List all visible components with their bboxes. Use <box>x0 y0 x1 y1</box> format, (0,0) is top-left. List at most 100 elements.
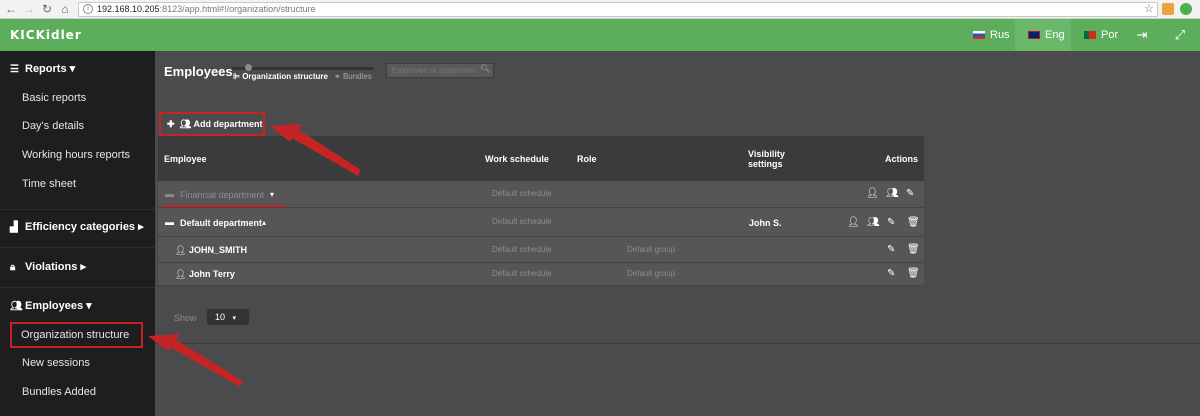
link-icon: ⚭ <box>334 72 343 81</box>
sidebar-section-label: Reports <box>25 63 67 75</box>
reload-icon[interactable]: ↻ <box>40 2 54 16</box>
sidebar-item-working-hours-reports[interactable]: Working hours reports <box>0 142 155 168</box>
view-toggle-track[interactable] <box>232 67 374 70</box>
edit-icon[interactable]: ✎ <box>887 244 895 255</box>
sidebar-item-time-sheet[interactable]: Time sheet <box>0 171 155 197</box>
sidebar-item-bundles-added[interactable]: Bundles Added <box>0 379 155 405</box>
flag-pt-icon <box>1084 31 1096 39</box>
sidebar-item-basic-reports[interactable]: Basic reports <box>0 85 155 111</box>
schedule-cell: Default schedule <box>492 245 552 254</box>
group-cell: Default group <box>627 269 676 278</box>
url-path: :8123/app.html#!/organization/structure <box>159 4 316 14</box>
edit-icon[interactable]: ✎ <box>887 268 895 279</box>
tab-organization-structure[interactable]: ⊫ Organization structure <box>233 72 328 81</box>
forward-icon[interactable]: → <box>22 2 36 16</box>
sidebar-section-label: Employees <box>25 300 84 312</box>
edit-icon[interactable]: ✎ <box>887 217 895 228</box>
trash-icon[interactable]: 🗑︎ <box>907 244 920 255</box>
sidebar-section-efficiency[interactable]: ▟ Efficiency categories ▸ <box>0 215 155 239</box>
extension-icon[interactable] <box>1180 3 1192 15</box>
flag-uk-icon <box>1028 31 1040 39</box>
tab-label: Bundles <box>342 72 372 81</box>
add-user-icon[interactable]: 👤︎ <box>847 217 860 228</box>
org-structure-icon: ⊫ <box>233 72 243 81</box>
trash-icon[interactable]: 🗑︎ <box>907 268 920 279</box>
employee-name[interactable]: JOHN_SMITH <box>189 245 247 255</box>
app-logo[interactable]: KICKidler <box>10 28 82 42</box>
lock-icon: 🔒︎ <box>10 262 16 273</box>
divider <box>0 287 155 288</box>
users-icon: 👥︎ <box>10 301 23 312</box>
lang-por[interactable]: Por <box>1071 19 1125 51</box>
tab-bundles[interactable]: ⚭ Bundles <box>334 72 372 81</box>
sidebar-section-violations[interactable]: 🔒︎ Violations ▸ <box>0 255 155 279</box>
caret-down-icon: ▾ <box>232 315 237 322</box>
add-department-button[interactable]: ✚ 👥︎ Add department <box>159 112 265 136</box>
folder-icon: ▬ <box>165 189 174 199</box>
main-content: Employees ⊫ Organization structure ⚭ Bun… <box>155 51 1200 416</box>
logout-icon[interactable]: ⇥ <box>1125 19 1159 51</box>
users-icon[interactable]: 👥︎ <box>886 188 899 199</box>
chart-icon: ▟ <box>10 222 18 233</box>
department-name[interactable]: Financial department <box>180 190 264 200</box>
sidebar-item-days-details[interactable]: Day's details <box>0 113 155 139</box>
sidebar-section-label: Violations <box>25 261 78 273</box>
lang-eng[interactable]: Eng <box>1015 19 1071 51</box>
bookmark-star-icon[interactable]: ☆ <box>1144 2 1154 15</box>
red-underline <box>162 205 286 207</box>
show-label: Show <box>174 313 197 323</box>
sidebar-item-new-sessions[interactable]: New sessions <box>0 350 155 376</box>
trash-icon[interactable]: 🗑︎ <box>907 217 920 228</box>
sidebar-item-organization-structure[interactable]: Organization structure <box>10 322 143 348</box>
column-header-visibility[interactable]: Visibility settings <box>748 149 793 169</box>
column-header-employee[interactable]: Employee <box>164 154 207 164</box>
lang-eng-label: Eng <box>1045 29 1065 41</box>
table-row[interactable]: ▬ Financial department ▾ Default schedul… <box>158 181 924 208</box>
edit-icon[interactable]: ✎ <box>906 188 914 199</box>
page-size-value: 10 <box>215 312 226 322</box>
plus-icon: ✚ <box>167 119 175 129</box>
back-icon[interactable]: ← <box>4 2 18 16</box>
column-header-role[interactable]: Role <box>577 154 597 164</box>
users-icon[interactable]: 👥︎ <box>867 217 880 228</box>
org-structure-table: Employee Work schedule Role Visibility s… <box>158 136 924 286</box>
add-user-icon[interactable]: 👤︎ <box>866 188 879 199</box>
page-title: Employees <box>164 64 233 79</box>
url-host: 192.168.10.205 <box>97 4 160 14</box>
extension-icon[interactable] <box>1162 3 1174 15</box>
caret-up-icon[interactable]: ▴ <box>262 218 266 227</box>
table-row[interactable]: ▬ Default department ▴ Default schedule … <box>158 208 924 237</box>
address-bar[interactable]: i 192.168.10.205:8123/app.html#!/organiz… <box>78 2 1158 17</box>
users-icon: 👥︎ <box>179 119 191 129</box>
table-row[interactable]: 👤︎ JOHN_SMITH Default schedule Default g… <box>158 237 924 263</box>
schedule-cell: Default schedule <box>492 217 552 226</box>
list-icon: ☰ <box>10 64 19 75</box>
caret-down-icon: ▾ <box>86 300 92 312</box>
caret-down-icon[interactable]: ▾ <box>270 190 274 199</box>
fullscreen-icon[interactable]: ⤢ <box>1163 19 1197 51</box>
folder-icon: ▬ <box>165 217 174 227</box>
column-header-actions: Actions <box>885 154 919 164</box>
info-icon[interactable]: i <box>83 4 93 14</box>
app-header: KICKidler Rus Eng Por ⇥ ⤢ <box>0 19 1200 51</box>
schedule-cell: Default schedule <box>492 189 552 198</box>
sidebar-section-label: Efficiency categories <box>25 221 136 233</box>
sidebar-section-reports[interactable]: ☰ Reports ▾ <box>0 57 155 81</box>
search-input[interactable] <box>386 63 494 78</box>
divider <box>0 247 155 248</box>
view-toggle-knob[interactable] <box>245 64 252 71</box>
page-size-select[interactable]: 10 ▾ <box>207 309 249 325</box>
divider <box>0 209 155 210</box>
department-name[interactable]: Default department <box>180 218 262 228</box>
caret-right-icon: ▸ <box>138 221 144 233</box>
user-icon: 👤︎ <box>175 245 187 255</box>
group-cell: Default group <box>627 245 676 254</box>
home-icon[interactable]: ⌂ <box>58 2 72 16</box>
table-row[interactable]: 👤︎ John Terry Default schedule Default g… <box>158 263 924 286</box>
column-header-work-schedule[interactable]: Work schedule <box>485 154 549 164</box>
employee-name[interactable]: John Terry <box>189 269 235 279</box>
flag-ru-icon <box>973 31 985 39</box>
sidebar-section-employees[interactable]: 👥︎ Employees ▾ <box>0 294 155 318</box>
lang-rus[interactable]: Rus <box>960 19 1012 51</box>
search-icon[interactable]: 🔍︎ <box>480 64 490 73</box>
